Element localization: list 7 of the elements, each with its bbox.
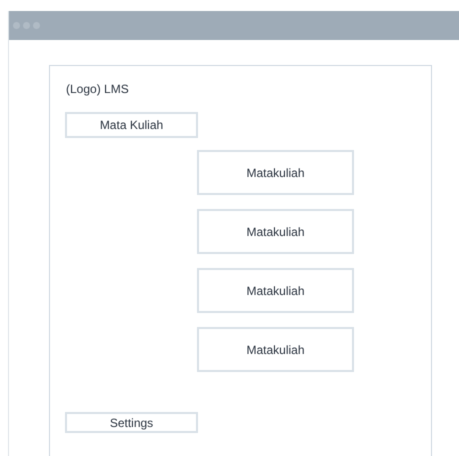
course-card[interactable]: Matakuliah [197,150,354,195]
course-card[interactable]: Matakuliah [197,268,354,313]
course-card[interactable]: Matakuliah [197,209,354,254]
settings-button[interactable]: Settings [65,412,198,433]
logo-text: (Logo) LMS [66,81,129,98]
course-card[interactable]: Matakuliah [197,327,354,372]
nav-button[interactable]: Mata Kuliah [65,112,198,138]
